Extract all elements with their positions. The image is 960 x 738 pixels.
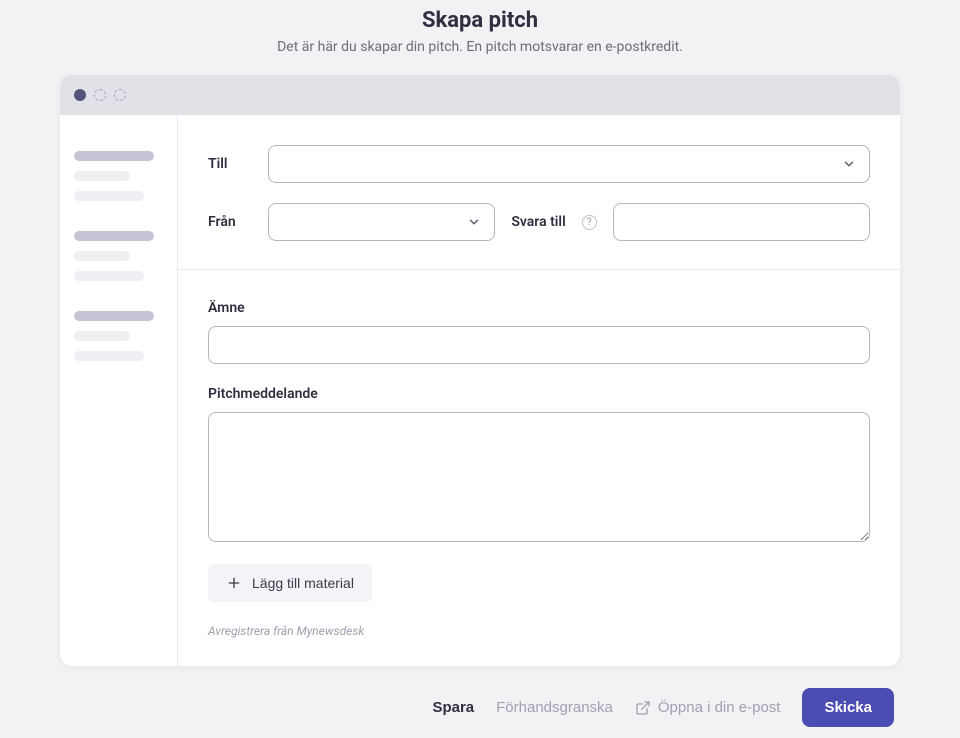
to-select[interactable] bbox=[268, 145, 870, 183]
window-titlebar bbox=[60, 75, 900, 115]
from-label: Från bbox=[208, 214, 252, 230]
skeleton-line bbox=[74, 251, 130, 261]
skeleton-line bbox=[74, 271, 144, 281]
add-material-label: Lägg till material bbox=[252, 575, 354, 591]
preview-button[interactable]: Förhandsgranska bbox=[496, 699, 613, 716]
skeleton-line bbox=[74, 191, 144, 201]
main-form-area: Till Från bbox=[178, 115, 900, 666]
page-header: Skapa pitch Det är här du skapar din pit… bbox=[277, 8, 683, 55]
skeleton-line bbox=[74, 151, 154, 161]
reply-to-input[interactable] bbox=[613, 203, 870, 241]
plus-icon bbox=[226, 575, 242, 591]
page-subtitle: Det är här du skapar din pitch. En pitch… bbox=[277, 39, 683, 55]
skeleton-group bbox=[74, 231, 163, 281]
reply-to-label: Svara till bbox=[511, 214, 565, 230]
editor-window: Till Från bbox=[60, 75, 900, 666]
skeleton-line bbox=[74, 351, 144, 361]
skeleton-line bbox=[74, 311, 154, 321]
skeleton-line bbox=[74, 171, 130, 181]
recipients-section: Till Från bbox=[178, 115, 900, 269]
skeleton-group bbox=[74, 311, 163, 361]
sidebar bbox=[60, 115, 178, 666]
external-link-icon bbox=[635, 700, 651, 716]
unsubscribe-text: Avregistrera från Mynewsdesk bbox=[208, 624, 870, 638]
subject-input[interactable] bbox=[208, 326, 870, 364]
from-select[interactable] bbox=[268, 203, 495, 241]
save-button[interactable]: Spara bbox=[432, 699, 474, 716]
action-footer: Spara Förhandsgranska Öppna i din e-post… bbox=[60, 666, 900, 727]
page-title: Skapa pitch bbox=[277, 8, 683, 33]
message-textarea[interactable] bbox=[208, 412, 870, 542]
open-in-email-button[interactable]: Öppna i din e-post bbox=[635, 699, 781, 716]
help-icon[interactable]: ? bbox=[582, 215, 597, 230]
to-label: Till bbox=[208, 156, 252, 172]
subject-label: Ämne bbox=[208, 300, 870, 316]
content-section: Ämne Pitchmeddelande Lägg till material … bbox=[178, 269, 900, 666]
window-dot-icon bbox=[74, 89, 86, 101]
skeleton-group bbox=[74, 151, 163, 201]
send-button[interactable]: Skicka bbox=[802, 688, 894, 727]
skeleton-line bbox=[74, 231, 154, 241]
skeleton-line bbox=[74, 331, 130, 341]
window-dot-icon bbox=[94, 89, 106, 101]
window-dot-icon bbox=[114, 89, 126, 101]
message-label: Pitchmeddelande bbox=[208, 386, 870, 402]
add-material-button[interactable]: Lägg till material bbox=[208, 564, 372, 602]
